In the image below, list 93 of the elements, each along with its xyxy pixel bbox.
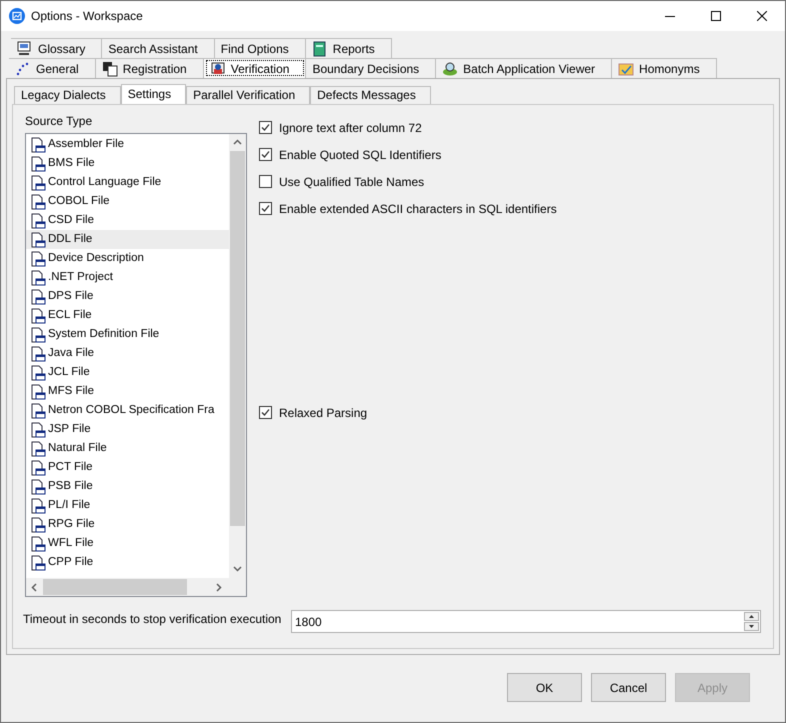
- file-icon: [30, 308, 46, 324]
- file-icon: [30, 422, 46, 438]
- list-item[interactable]: Device Description: [26, 249, 229, 268]
- list-item[interactable]: DPS File: [26, 287, 229, 306]
- file-icon: [30, 232, 46, 248]
- list-item[interactable]: System Definition File: [26, 325, 229, 344]
- spin-up-button[interactable]: [744, 612, 759, 621]
- app-icon: [9, 8, 25, 24]
- list-item[interactable]: PCT File: [26, 458, 229, 477]
- checkbox-label[interactable]: Use Qualified Table Names: [279, 172, 424, 190]
- file-icon: [30, 536, 46, 552]
- list-item[interactable]: Java File: [26, 344, 229, 363]
- list-item[interactable]: Assembler File: [26, 135, 229, 154]
- down-arrow-icon: [749, 625, 754, 628]
- file-icon: [30, 384, 46, 400]
- list-item[interactable]: JCL File: [26, 363, 229, 382]
- file-icon: [30, 554, 46, 570]
- tab[interactable]: Search Assistant: [102, 38, 215, 58]
- checkbox-label[interactable]: Ignore text after column 72: [279, 118, 422, 136]
- list-item[interactable]: PSB File: [26, 477, 229, 496]
- tab[interactable]: Verification: [204, 58, 306, 78]
- file-icon: [30, 270, 46, 286]
- file-icon: [30, 498, 46, 514]
- file-icon: [30, 460, 46, 476]
- spin-down-button[interactable]: [744, 622, 759, 631]
- tab[interactable]: Registration: [96, 58, 204, 78]
- list-item[interactable]: MFS File: [26, 382, 229, 401]
- sub-tab[interactable]: Defects Messages: [310, 86, 431, 104]
- list-item[interactable]: PL/I File: [26, 496, 229, 515]
- dialog-button[interactable]: Cancel: [591, 673, 666, 702]
- window-title: Options - Workspace: [31, 8, 143, 25]
- file-icon: [30, 174, 46, 190]
- scroll-thumb[interactable]: [43, 579, 187, 595]
- list-item[interactable]: JSP File: [26, 420, 229, 439]
- file-icon: [30, 364, 46, 380]
- checkbox[interactable]: [259, 175, 272, 188]
- list-item[interactable]: Natural File: [26, 439, 229, 458]
- file-icon: [30, 194, 46, 210]
- maximize-icon: [711, 11, 721, 21]
- scroll-up-icon[interactable]: [233, 139, 242, 145]
- file-icon: [30, 212, 46, 228]
- list-item[interactable]: Netron COBOL Specification Fra: [26, 401, 229, 420]
- timeout-spinbox[interactable]: 1800: [291, 610, 761, 633]
- list-item[interactable]: Control Language File: [26, 173, 229, 192]
- list-item[interactable]: RPG File: [26, 515, 229, 534]
- timeout-value: 1800: [294, 614, 323, 630]
- up-arrow-icon: [749, 615, 754, 618]
- list-item[interactable]: WFL File: [26, 534, 229, 553]
- list-item[interactable]: .NET Project: [26, 268, 229, 287]
- list-item[interactable]: CSD File: [26, 211, 229, 230]
- checkbox-label[interactable]: Enable extended ASCII characters in SQL identifiers: [279, 200, 557, 218]
- close-icon: [757, 11, 767, 21]
- scroll-thumb[interactable]: [230, 151, 245, 526]
- file-icon: [30, 478, 46, 494]
- file-icon: [30, 288, 46, 304]
- tab[interactable]: Reports: [306, 38, 392, 58]
- horizontal-scrollbar[interactable]: [26, 578, 246, 596]
- file-icon: [30, 136, 46, 152]
- scroll-left-icon[interactable]: [31, 582, 37, 592]
- checkbox-label[interactable]: Relaxed Parsing: [279, 404, 368, 422]
- sub-tab[interactable]: Legacy Dialects: [14, 86, 121, 104]
- tab[interactable]: Find Options: [214, 38, 306, 58]
- tab[interactable]: General: [9, 58, 96, 78]
- dialog-button[interactable]: OK: [507, 673, 582, 702]
- list-item[interactable]: DDL File: [26, 230, 229, 249]
- file-icon: [30, 346, 46, 362]
- file-icon: [30, 440, 46, 456]
- tab[interactable]: Batch Application Viewer: [436, 58, 612, 78]
- file-icon: [30, 516, 46, 532]
- list-item[interactable]: COBOL File: [26, 192, 229, 211]
- list-label: Source Type: [25, 113, 94, 130]
- sub-tab[interactable]: Parallel Verification: [186, 86, 310, 104]
- checkbox[interactable]: [259, 406, 272, 419]
- file-icon: [30, 326, 46, 342]
- list-item[interactable]: ECL File: [26, 306, 229, 325]
- scroll-down-icon[interactable]: [233, 566, 242, 572]
- scroll-right-icon[interactable]: [216, 582, 222, 592]
- timeout-label: Timeout in seconds to stop verification execution: [23, 612, 282, 628]
- dialog-button: Apply: [675, 673, 750, 702]
- checkbox-label[interactable]: Enable Quoted SQL Identifiers: [279, 146, 442, 164]
- vertical-scrollbar[interactable]: [229, 134, 246, 578]
- tab[interactable]: Glossary: [11, 38, 102, 58]
- list-item[interactable]: CPP File: [26, 553, 229, 572]
- checkbox[interactable]: [259, 121, 272, 134]
- sub-tab[interactable]: Settings: [120, 84, 186, 104]
- file-icon: [30, 250, 46, 266]
- tab[interactable]: Boundary Decisions: [306, 58, 436, 78]
- list-item[interactable]: BMS File: [26, 154, 229, 173]
- file-icon: [30, 156, 46, 172]
- checkbox[interactable]: [259, 148, 272, 161]
- file-icon: [30, 402, 46, 418]
- tab[interactable]: Homonyms: [612, 58, 717, 78]
- checkbox[interactable]: [259, 202, 272, 215]
